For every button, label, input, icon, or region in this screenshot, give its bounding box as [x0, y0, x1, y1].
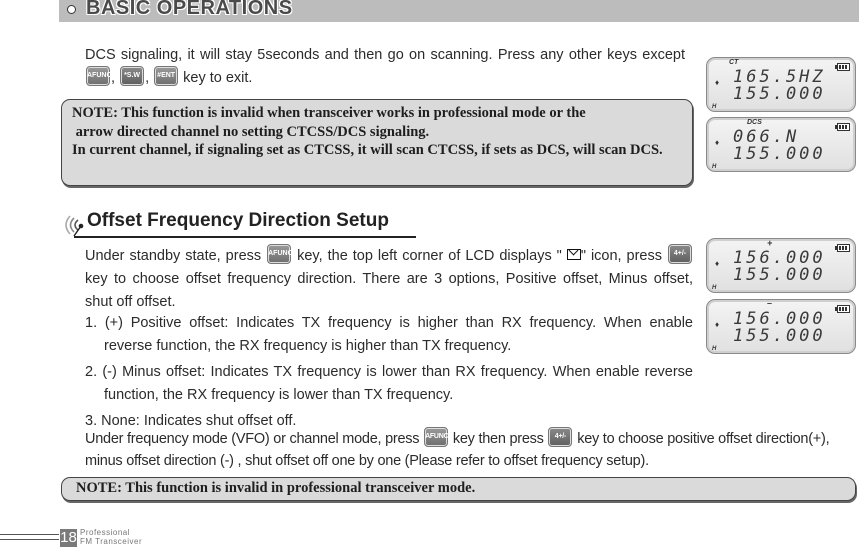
lcd-mode-label: DCS — [747, 119, 762, 126]
footer-label: Professional FM Transceiver — [80, 528, 143, 546]
lcd-line-2: 155.000 — [733, 144, 826, 164]
note-line: NOTE: This function is invalid when tran… — [72, 105, 586, 121]
func-key-icon: AFUNC — [424, 427, 449, 448]
separator: , — [111, 70, 120, 86]
paragraph-text: key to choose offset frequency direction… — [85, 271, 693, 310]
note-line: arrow directed channel no setting CTCSS/… — [72, 123, 430, 140]
lcd-offset-indicator: – — [767, 298, 773, 308]
lcd-offset-indicator: + — [767, 238, 773, 248]
header-bullet-icon — [67, 5, 76, 14]
note-text: NOTE: This function is invalid in profes… — [76, 480, 476, 496]
battery-icon — [835, 244, 850, 252]
offset-intro-paragraph: Under standby state, press AFUNC key, th… — [85, 244, 693, 314]
lcd-line-2: 155.000 — [733, 326, 826, 346]
paragraph-text: " icon, press — [580, 248, 667, 264]
radio-wave-icon — [65, 215, 84, 237]
intro-paragraph: DCS signaling, it will stay 5seconds and… — [85, 44, 685, 90]
note-box-scan: NOTE: This function is invalid when tran… — [61, 99, 693, 186]
note-box-professional-mode: NOTE: This function is invalid in profes… — [61, 477, 856, 501]
channel-arrow-icon: ♦ — [715, 259, 720, 268]
battery-icon — [835, 63, 850, 71]
page-title: BASIC OPERATIONS — [86, 0, 293, 19]
paragraph-text: key, the top left corner of LCD displays… — [292, 248, 567, 264]
lcd-line-2: 155.000 — [733, 84, 826, 104]
footer-label-line: FM Transceiver — [80, 536, 143, 546]
lcd-display-dcs: DCS ♦ 066.N 155.000 H — [706, 117, 856, 172]
channel-arrow-icon: ♦ — [715, 78, 720, 87]
list-item: 2. (-) Minus offset: Indicates TX freque… — [85, 364, 693, 403]
page-number: 18 — [60, 529, 77, 547]
section-title: Offset Frequency Direction Setup — [87, 210, 389, 231]
vfo-paragraph: Under frequency mode (VFO) or channel mo… — [85, 427, 855, 472]
lcd-display-ctcss: CT ♦ 165.5HZ 155.000 H — [706, 57, 856, 112]
channel-arrow-icon: ♦ — [715, 138, 720, 147]
intro-text: DCS signaling, it will stay 5seconds and… — [85, 47, 685, 63]
battery-icon — [835, 305, 850, 313]
paragraph-text: key then press — [449, 431, 548, 447]
footer-rule — [0, 534, 59, 535]
ent-key-icon: #ENT — [154, 66, 179, 87]
power-high-label: H — [712, 104, 717, 110]
intro-text-end: key to exit. — [179, 70, 253, 86]
note-line: In current channel, if signaling set as … — [72, 142, 663, 158]
section-title-underline — [74, 236, 416, 238]
power-high-label: H — [712, 346, 717, 352]
lcd-mode-label: CT — [729, 59, 739, 66]
battery-icon — [835, 123, 850, 131]
lcd-display-minus-offset: – ♦ 156.000 155.000 H — [706, 298, 856, 354]
separator: , — [145, 70, 154, 86]
footer-rule — [0, 539, 59, 540]
offset-key-icon: 4+/- — [548, 427, 573, 448]
channel-arrow-icon: ♦ — [715, 320, 720, 329]
func-key-icon: AFUNC — [86, 66, 112, 87]
func-key-icon: AFUNC — [267, 244, 293, 265]
sw-key-icon: *S.W — [120, 66, 145, 87]
lcd-display-positive-offset: + ♦ 156.000 155.000 H — [706, 238, 856, 293]
offset-direction-icon — [566, 248, 581, 260]
power-high-label: H — [712, 164, 717, 170]
list-item: 1. (+) Positive offset: Indicates TX fre… — [85, 315, 693, 354]
paragraph-text: Under frequency mode (VFO) or channel mo… — [85, 431, 424, 447]
lcd-line-2: 155.000 — [733, 265, 826, 285]
paragraph-text: Under standby state, press — [85, 248, 267, 264]
offset-options-list: 1. (+) Positive offset: Indicates TX fre… — [85, 312, 693, 436]
power-high-label: H — [712, 285, 717, 291]
offset-key-icon: 4+/- — [667, 244, 692, 265]
